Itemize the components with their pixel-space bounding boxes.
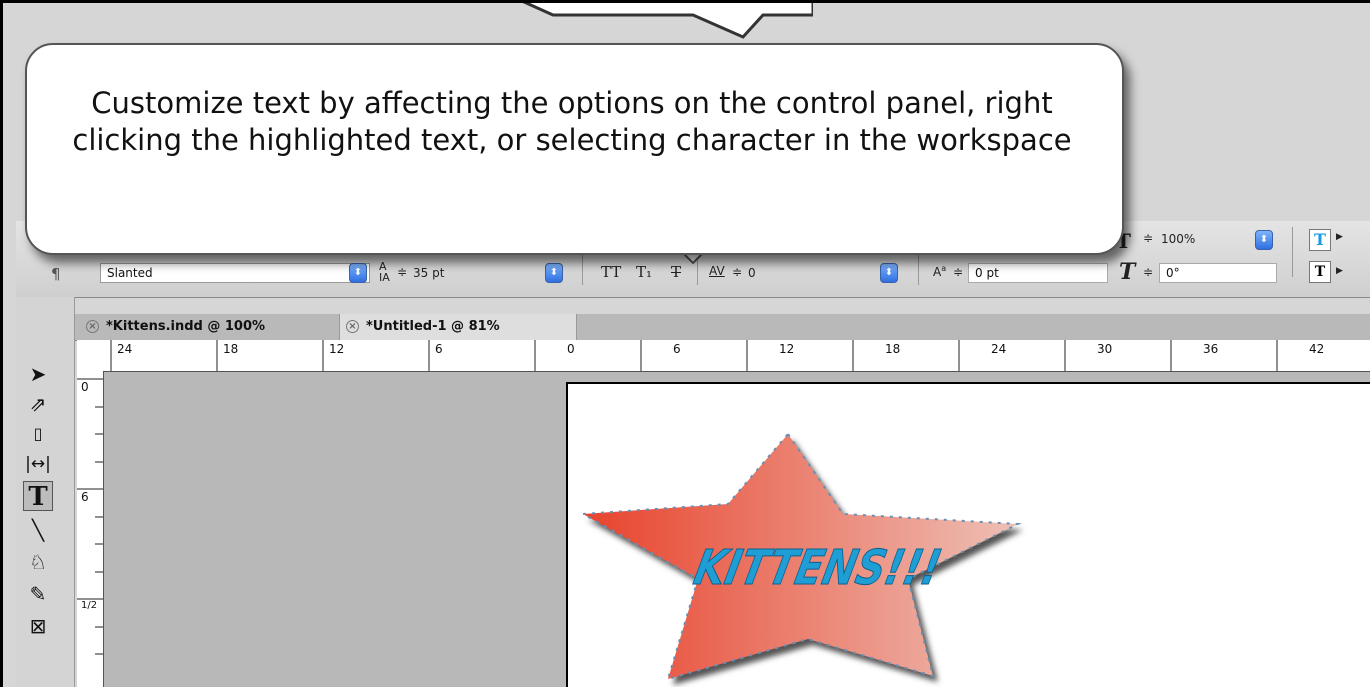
ruler-label: 12 — [779, 342, 795, 356]
skew-value: 0° — [1166, 266, 1180, 280]
ruler-label: 6 — [81, 490, 89, 504]
ruler-label: 24 — [991, 342, 1007, 356]
ruler-ticks — [110, 340, 1278, 371]
line-tool-icon[interactable]: ╲ — [23, 515, 53, 545]
tab-label: *Kittens.indd @ 100% — [106, 319, 266, 334]
close-icon[interactable]: × — [86, 320, 99, 333]
pen-tool-icon[interactable]: ♘ — [23, 547, 53, 577]
all-caps-icon[interactable]: TT — [601, 263, 621, 281]
leading-icon: A IA — [379, 260, 390, 284]
tab-label: *Untitled-1 @ 81% — [366, 319, 500, 334]
text-fill-icon[interactable]: T — [1309, 229, 1331, 251]
tab-untitled[interactable]: × *Untitled-1 @ 81% — [339, 314, 577, 340]
screen-frame: T ≑ 100% ⬍ T ▶ ¶ Slanted ⬍ A IA ≑ 35 pt ⬍… — [0, 0, 1370, 687]
leading-stepper[interactable]: ≑ — [397, 265, 407, 279]
leading-value[interactable]: 35 pt — [413, 266, 444, 280]
document-page[interactable]: KITTENS!!! — [566, 382, 1370, 687]
ruler-label: 0 — [81, 380, 89, 394]
rectangle-frame-tool-icon[interactable]: ⊠ — [23, 611, 53, 641]
separator — [918, 255, 919, 285]
expand-arrow-icon[interactable]: ▶ — [1336, 232, 1343, 242]
instruction-callout: Customize text by affecting the options … — [25, 43, 1124, 255]
callout-text: Customize text by affecting the options … — [72, 86, 1072, 157]
top-callout-pointer — [522, 3, 813, 39]
baseline-shift-field[interactable]: 0 pt — [968, 263, 1108, 283]
ruler-label: 24 — [117, 342, 133, 356]
font-style-field[interactable]: Slanted — [100, 263, 370, 283]
ruler-label: 18 — [885, 342, 901, 356]
horizontal-scale-value[interactable]: 100% — [1161, 232, 1195, 246]
direct-selection-tool-icon[interactable]: ⇗ — [23, 389, 53, 419]
ruler-label: 18 — [223, 342, 239, 356]
text-stroke-icon[interactable]: T — [1309, 261, 1331, 283]
horizontal-ruler: 24 18 12 6 0 6 12 18 24 30 36 42 — [77, 340, 1370, 372]
gap-tool-icon[interactable]: |↔| — [23, 449, 53, 479]
ruler-label: 0 — [567, 342, 575, 356]
tab-kittens[interactable]: × *Kittens.indd @ 100% — [80, 314, 335, 340]
horizontal-scale-dropdown[interactable]: ⬍ — [1255, 230, 1273, 250]
vertical-ruler: 0 6 1/2 — [77, 371, 104, 687]
baseline-shift-value: 0 pt — [975, 266, 999, 280]
horizontal-scale-stepper[interactable]: ≑ — [1143, 231, 1153, 245]
paragraph-icon[interactable]: ¶ — [51, 265, 61, 283]
ruler-label: 36 — [1203, 342, 1219, 356]
expand-arrow-icon[interactable]: ▶ — [1336, 266, 1343, 276]
ruler-ticks — [77, 378, 103, 655]
font-style-value: Slanted — [107, 266, 153, 280]
leading-dropdown[interactable]: ⬍ — [545, 263, 563, 283]
tools-panel: ➤ ⇗ ▯ |↔| T ╲ ♘ ✎ ⊠ — [16, 297, 75, 687]
ruler-label: 42 — [1309, 342, 1325, 356]
document-tab-bar: ▸▸ × *Kittens.indd @ 100% × *Untitled-1 … — [16, 314, 1370, 341]
ruler-label: 6 — [673, 342, 681, 356]
skew-icon: T — [1119, 259, 1136, 285]
baseline-shift-icon: Aa — [933, 264, 947, 279]
font-style-dropdown[interactable]: ⬍ — [349, 263, 367, 283]
ruler-label: 6 — [435, 342, 443, 356]
pencil-tool-icon[interactable]: ✎ — [23, 579, 53, 609]
skew-stepper[interactable]: ≑ — [1143, 265, 1153, 279]
skew-field[interactable]: 0° — [1159, 263, 1277, 283]
close-icon[interactable]: × — [346, 320, 359, 333]
ruler-label: 1/2 — [81, 600, 98, 611]
ruler-label: 12 — [329, 342, 345, 356]
selection-tool-icon[interactable]: ➤ — [23, 359, 53, 389]
page-tool-icon[interactable]: ▯ — [23, 419, 53, 449]
ruler-label: 30 — [1097, 342, 1113, 356]
tracking-value[interactable]: 0 — [748, 266, 756, 280]
kittens-headline[interactable]: KITTENS!!! — [689, 540, 947, 596]
baseline-shift-stepper[interactable]: ≑ — [953, 265, 963, 279]
star-graphic[interactable]: KITTENS!!! — [578, 414, 1038, 687]
type-tool-icon[interactable]: T — [23, 481, 53, 512]
